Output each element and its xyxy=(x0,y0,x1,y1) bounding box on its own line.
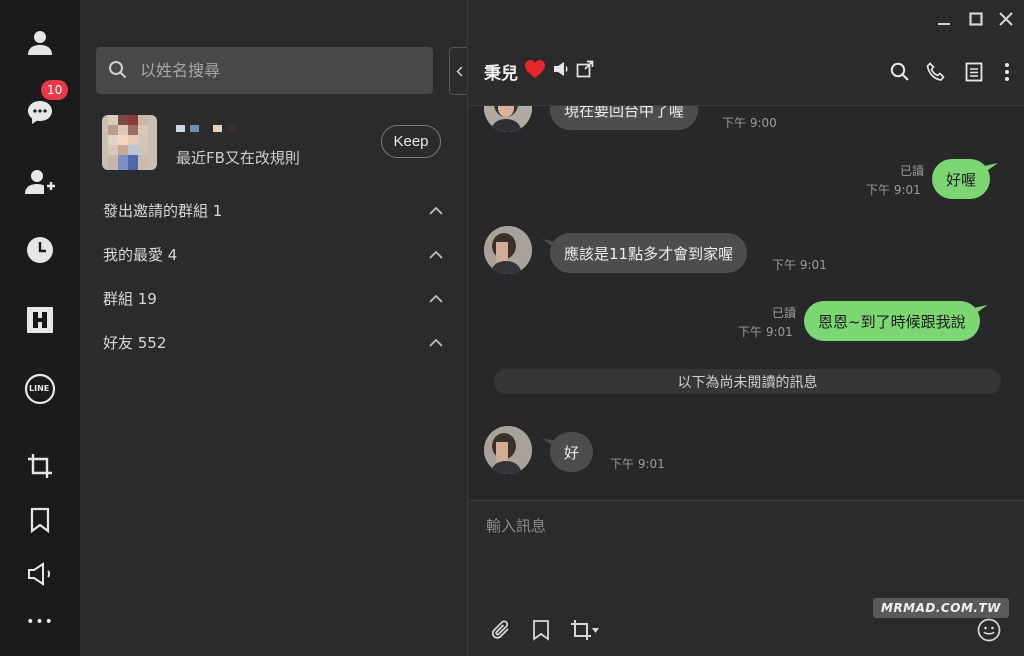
speaker-icon xyxy=(28,562,51,586)
crop-tab[interactable] xyxy=(0,444,80,488)
announcement-tab[interactable] xyxy=(0,552,80,596)
group-label: 群組 19 xyxy=(103,289,157,308)
crop-icon xyxy=(28,454,52,478)
keep-tab[interactable] xyxy=(0,498,80,542)
group-groups[interactable]: 群組 19 xyxy=(103,286,443,310)
search-icon xyxy=(109,61,127,79)
group-invited[interactable]: 發出邀請的群組 1 xyxy=(103,198,443,222)
chevron-up-icon xyxy=(429,294,443,303)
friend-list-panel: 最近FB又在改規則 Keep 發出邀請的群組 1 我的最愛 4 群組 19 好友… xyxy=(80,0,467,656)
attach-file-button[interactable] xyxy=(488,617,514,643)
message-bubble-incoming[interactable]: 好 xyxy=(550,432,594,472)
close-button[interactable] xyxy=(996,9,1016,29)
chat-header: 秉兒 xyxy=(468,0,1024,106)
minimize-button[interactable] xyxy=(934,9,954,29)
watermark: MRMAD.COM.TW xyxy=(873,598,1009,618)
bookmark-icon xyxy=(30,507,50,533)
maximize-icon xyxy=(969,12,983,26)
message-time: 下午 9:01 xyxy=(866,183,921,197)
phone-icon xyxy=(926,62,945,81)
h-app-icon xyxy=(27,307,53,333)
chevron-left-icon xyxy=(455,65,463,77)
add-friend-icon xyxy=(25,170,55,194)
message-composer: MRMAD.COM.TW xyxy=(468,500,1024,656)
paperclip-icon xyxy=(491,620,509,639)
group-favorites[interactable]: 我的最愛 4 xyxy=(103,242,443,266)
bookmark-icon xyxy=(533,620,549,641)
chat-title[interactable]: 秉兒 xyxy=(484,59,594,84)
unread-badge: 10 xyxy=(41,80,69,100)
keep-button[interactable]: Keep xyxy=(381,125,441,158)
mute-speaker-icon[interactable] xyxy=(552,61,570,82)
person-icon xyxy=(28,31,52,55)
message-bubble-incoming[interactable]: 應該是11點多才會到家喔 xyxy=(550,233,748,273)
chevron-up-icon xyxy=(429,206,443,215)
contact-avatar[interactable] xyxy=(484,226,532,274)
notes-button[interactable] xyxy=(962,60,986,84)
screenshot-button[interactable] xyxy=(566,617,602,643)
maximize-button[interactable] xyxy=(966,9,986,29)
clock-icon xyxy=(27,237,53,263)
group-label: 發出邀請的群組 1 xyxy=(103,201,223,220)
chats-tab[interactable]: 10 xyxy=(0,80,80,134)
search-icon xyxy=(890,62,909,81)
icon-rail: 10 LINE ••• xyxy=(0,0,80,656)
group-label: 好友 552 xyxy=(103,333,167,352)
friends-tab[interactable] xyxy=(0,20,80,64)
emoji-icon xyxy=(977,618,1001,642)
my-name-pixelated xyxy=(176,125,236,132)
crop-icon xyxy=(570,620,591,640)
unread-divider: 以下為尚未閱讀的訊息 xyxy=(494,369,1001,394)
minimize-icon xyxy=(938,23,950,25)
message-list[interactable]: 現在要回台中了喔 下午 9:00 已讀 下午 9:01 好喔 應該是11點多才會… xyxy=(468,106,1024,500)
message-bubble-outgoing[interactable]: 恩恩~到了時候跟我說 xyxy=(804,301,980,341)
message-bubble-outgoing[interactable]: 好喔 xyxy=(932,159,991,199)
heart-icon xyxy=(524,59,546,84)
message-time: 下午 9:01 xyxy=(738,325,793,339)
vertical-dots-icon xyxy=(1005,63,1009,81)
history-tab[interactable] xyxy=(0,228,80,272)
contact-avatar[interactable] xyxy=(484,426,532,474)
call-button[interactable] xyxy=(924,60,948,84)
message-bubble-incoming[interactable]: 現在要回台中了喔 xyxy=(550,106,699,130)
chevron-up-icon xyxy=(429,338,443,347)
more-icon: ••• xyxy=(26,614,54,630)
search-input[interactable] xyxy=(140,59,420,81)
my-status-message: 最近FB又在改規則 xyxy=(176,149,300,167)
h-app-tab[interactable] xyxy=(0,298,80,342)
add-friend-tab[interactable] xyxy=(0,160,80,204)
search-box[interactable] xyxy=(96,47,433,94)
chevron-up-icon xyxy=(429,250,443,259)
read-receipt: 已讀 xyxy=(771,306,796,320)
message-time: 下午 9:00 xyxy=(722,116,777,130)
message-input[interactable] xyxy=(486,515,986,595)
line-label: LINE xyxy=(29,384,50,393)
more-options-button[interactable] xyxy=(995,60,1019,84)
message-time: 下午 9:01 xyxy=(610,457,665,471)
keep-save-button[interactable] xyxy=(528,617,554,643)
contact-avatar[interactable] xyxy=(484,106,532,132)
close-icon xyxy=(999,12,1013,26)
search-chat-button[interactable] xyxy=(888,60,912,84)
more-tab[interactable]: ••• xyxy=(0,600,80,644)
message-time: 下午 9:01 xyxy=(772,258,827,272)
popout-icon[interactable] xyxy=(576,60,594,83)
line-tab[interactable]: LINE xyxy=(0,367,80,411)
emoji-button[interactable] xyxy=(976,617,1002,643)
read-receipt: 已讀 xyxy=(899,164,924,178)
chat-title-text: 秉兒 xyxy=(484,64,518,84)
caret-down-icon xyxy=(591,627,599,633)
group-friends[interactable]: 好友 552 xyxy=(103,330,443,354)
chat-panel: 秉兒 現在要回台中了喔 下午 9:00 已讀 下午 9:01 好喔 應該是11點… xyxy=(467,0,1024,656)
group-label: 我的最愛 4 xyxy=(103,245,178,264)
collapse-panel-button[interactable] xyxy=(449,47,468,95)
chat-icon xyxy=(28,101,52,124)
my-avatar[interactable] xyxy=(102,115,157,170)
note-icon xyxy=(965,62,983,82)
